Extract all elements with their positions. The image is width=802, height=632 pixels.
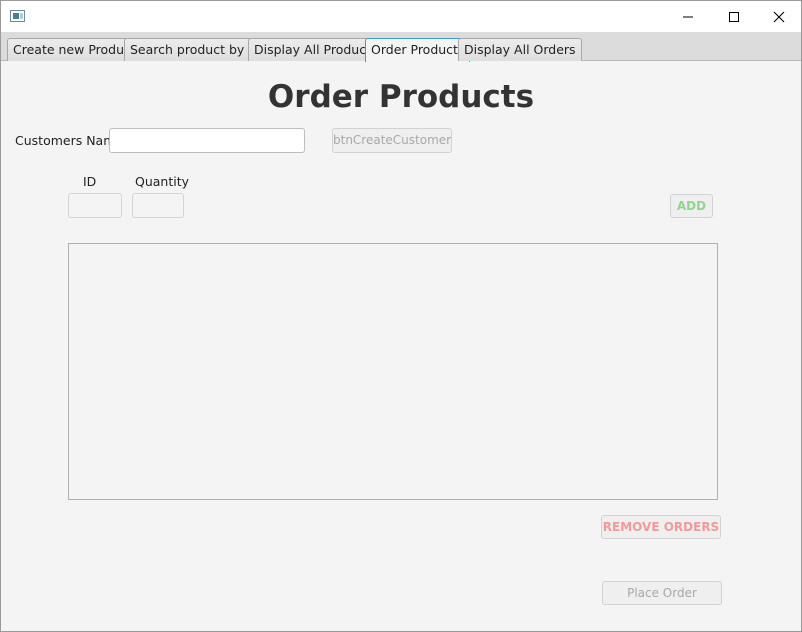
add-button[interactable]: ADD [670,194,713,218]
id-label: ID [83,174,97,189]
order-products-panel: Order Products Customers Name btnCreateC… [1,61,801,631]
title-bar[interactable] [1,1,801,32]
maximize-button[interactable] [711,1,757,32]
application-window: Create new Product Search product by ID … [0,0,802,632]
quantity-input[interactable] [132,193,184,218]
tab-create-new-product[interactable]: Create new Product [7,38,142,61]
tab-display-all-orders[interactable]: Display All Orders [458,38,582,61]
close-button[interactable] [756,1,802,32]
product-id-input[interactable] [68,193,122,218]
page-title: Order Products [267,79,535,115]
quantity-label: Quantity [135,174,190,189]
maximize-icon [729,11,739,22]
minimize-button[interactable] [665,1,711,32]
tab-bar: Create new Product Search product by ID … [1,32,801,62]
place-order-button[interactable]: Place Order [602,581,722,605]
close-icon [773,11,785,22]
tab-order-products[interactable]: Order Products [365,38,471,62]
minimize-icon [683,16,693,17]
tab-display-all-products[interactable]: Display All Products [248,38,384,61]
customer-name-input[interactable] [109,128,305,153]
create-customer-button[interactable]: btnCreateCustomer [332,128,452,153]
order-items-list[interactable] [68,243,718,500]
tab-search-product-by-id[interactable]: Search product by ID [124,38,268,61]
remove-orders-button[interactable]: REMOVE ORDERS [601,515,721,539]
customer-name-label: Customers Name [15,133,124,148]
java-app-icon [10,10,25,22]
